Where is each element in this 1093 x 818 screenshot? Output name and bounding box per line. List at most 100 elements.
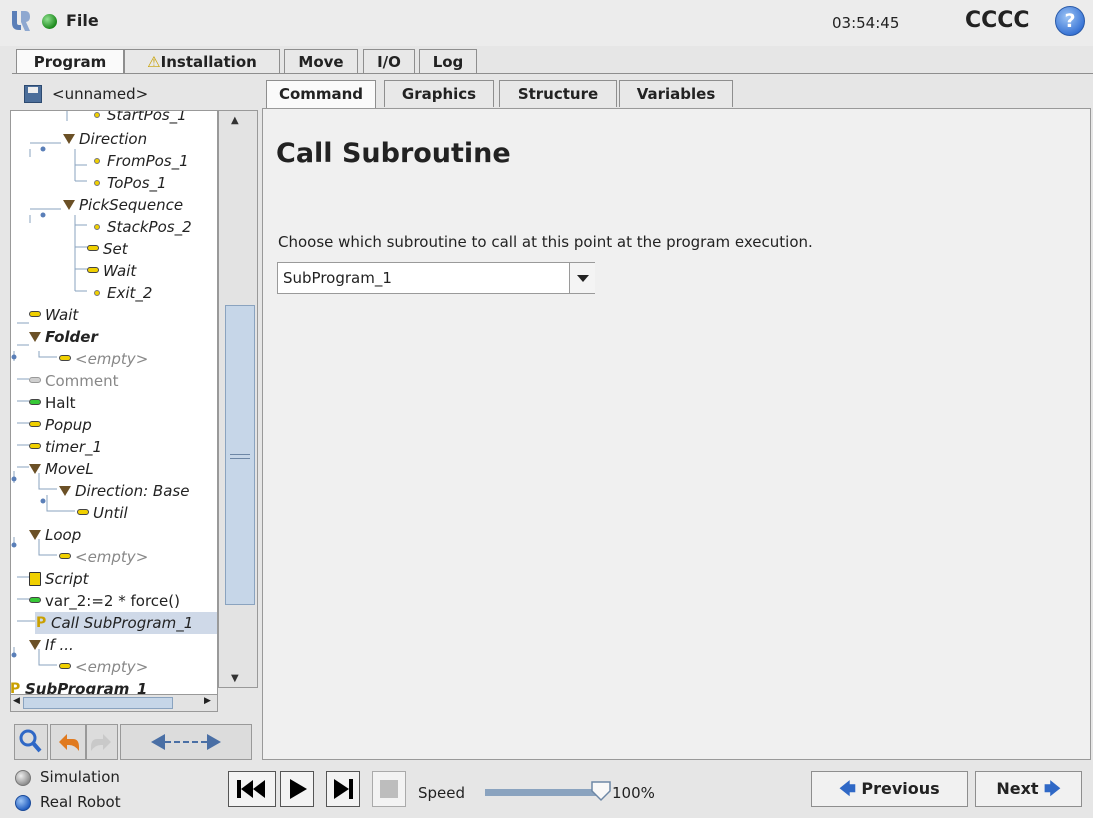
command-icon: [87, 245, 99, 251]
node-label: var_2:=2 * force(): [45, 592, 180, 610]
tree-node-direction-base[interactable]: Direction: Base: [59, 480, 189, 502]
node-label: Halt: [45, 394, 76, 412]
tree-node-if[interactable]: If ...: [29, 634, 74, 656]
scroll-right-icon[interactable]: ▶: [204, 696, 211, 706]
tree-node-empty[interactable]: <empty>: [59, 546, 148, 568]
node-label: <empty>: [75, 658, 149, 676]
move-node-button[interactable]: [120, 724, 252, 760]
scroll-thumb[interactable]: [23, 697, 173, 709]
node-label: Call SubProgram_1: [51, 614, 194, 632]
program-tree-panel: <unnamed> StartPos_1 Direction FromPos_1…: [10, 80, 258, 760]
skip-to-start-button[interactable]: [228, 771, 276, 807]
tree-node-assignment[interactable]: var_2:=2 * force(): [29, 590, 180, 612]
tab-move[interactable]: Move: [284, 49, 358, 73]
tree-node-popup[interactable]: Popup: [29, 414, 92, 436]
next-button[interactable]: Next 🡆: [975, 771, 1082, 807]
tab-label: Move: [298, 53, 344, 71]
node-label: FromPos_1: [107, 152, 189, 170]
tree-node-folder[interactable]: Folder: [29, 326, 98, 348]
search-icon: [19, 729, 42, 753]
tree-horizontal-scrollbar[interactable]: ◀ ▶: [10, 694, 218, 712]
step-forward-icon: [334, 779, 353, 799]
triangle-icon: [63, 200, 75, 210]
real-robot-radio[interactable]: [15, 795, 31, 811]
tree-node-movel[interactable]: MoveL: [29, 458, 94, 480]
help-icon[interactable]: ?: [1055, 6, 1085, 36]
save-icon[interactable]: [24, 85, 42, 103]
speed-slider[interactable]: [485, 789, 597, 796]
tree-node-loop[interactable]: Loop: [29, 524, 81, 546]
node-label: StackPos_2: [107, 218, 192, 236]
file-menu[interactable]: File: [66, 11, 99, 30]
step-button[interactable]: [326, 771, 360, 807]
node-label: Set: [103, 240, 128, 258]
tab-installation[interactable]: ⚠Installation: [124, 49, 280, 73]
chevron-down-icon[interactable]: [569, 263, 595, 293]
robot-name: CCCC: [965, 8, 1030, 33]
scroll-down-icon[interactable]: ▼: [231, 673, 239, 684]
triangle-icon: [29, 332, 41, 342]
tree-node-set[interactable]: Set: [87, 238, 128, 260]
node-label: <empty>: [75, 548, 149, 566]
tab-command[interactable]: Command: [266, 80, 376, 108]
tree-node-startpos[interactable]: StartPos_1: [91, 111, 187, 126]
tree-vertical-scrollbar[interactable]: ▲ ▼: [218, 110, 258, 688]
page-title: Call Subroutine: [276, 138, 511, 169]
tree-node-picksequence[interactable]: PickSequence: [63, 194, 183, 216]
program-tree[interactable]: StartPos_1 Direction FromPos_1 ToPos_1 P…: [10, 110, 218, 700]
tab-io[interactable]: I/O: [363, 49, 415, 73]
tab-graphics[interactable]: Graphics: [384, 80, 494, 107]
tree-node-empty[interactable]: <empty>: [59, 348, 148, 370]
command-icon: [77, 509, 89, 515]
stop-button[interactable]: [372, 771, 406, 807]
tab-program[interactable]: Program: [16, 49, 124, 74]
node-label: Loop: [45, 526, 82, 544]
redo-button[interactable]: [86, 724, 118, 760]
tab-variables[interactable]: Variables: [619, 80, 733, 107]
tree-node-until[interactable]: Until: [77, 502, 128, 524]
search-button[interactable]: [14, 724, 48, 760]
tab-structure[interactable]: Structure: [499, 80, 617, 107]
tree-node-empty[interactable]: <empty>: [59, 656, 148, 678]
next-label: Next: [996, 779, 1039, 798]
simulation-radio[interactable]: [15, 770, 31, 786]
tab-label: Log: [432, 53, 464, 71]
tree-node-wait[interactable]: Wait: [29, 304, 78, 326]
subroutine-select[interactable]: SubProgram_1: [277, 262, 595, 294]
grip-icon: [230, 454, 250, 459]
tree-node-frompos[interactable]: FromPos_1: [91, 150, 189, 172]
scroll-left-icon[interactable]: ◀: [13, 696, 20, 706]
scroll-thumb[interactable]: [225, 305, 255, 605]
tree-node-halt[interactable]: Halt: [29, 392, 76, 414]
scroll-up-icon[interactable]: ▲: [231, 115, 239, 126]
node-label: ToPos_1: [107, 174, 167, 192]
tree-node-timer[interactable]: timer_1: [29, 436, 102, 458]
undo-button[interactable]: [50, 724, 86, 760]
tree-node-topos[interactable]: ToPos_1: [91, 172, 167, 194]
command-icon: [59, 355, 71, 361]
tree-node-script[interactable]: Script: [29, 568, 89, 590]
ur-logo-icon: [12, 11, 30, 31]
tree-node-call-subprogram[interactable]: P Call SubProgram_1: [35, 612, 217, 634]
selected-subroutine: SubProgram_1: [283, 269, 392, 287]
node-label: timer_1: [45, 438, 103, 456]
triangle-icon: [29, 530, 41, 540]
play-button[interactable]: [280, 771, 314, 807]
tab-log[interactable]: Log: [419, 49, 477, 73]
file-status-icon: [42, 14, 57, 29]
tree-node-direction[interactable]: Direction: [63, 128, 147, 150]
command-icon: [29, 421, 41, 427]
tree-node-stackpos[interactable]: StackPos_2: [91, 216, 192, 238]
node-editor-panel: Command Graphics Structure Variables: [258, 80, 1093, 760]
previous-button[interactable]: 🡄 Previous: [811, 771, 968, 807]
speed-value: 100%: [612, 784, 655, 802]
real-robot-label: Real Robot: [40, 793, 121, 811]
command-icon: [59, 663, 71, 669]
speed-slider-handle[interactable]: [590, 780, 612, 802]
tree-node-comment[interactable]: Comment: [29, 370, 119, 392]
tree-node-exit[interactable]: Exit_2: [91, 282, 152, 304]
clock: 03:54:45: [832, 14, 900, 32]
previous-label: Previous: [861, 779, 940, 798]
tree-node-wait[interactable]: Wait: [87, 260, 136, 282]
node-label: Folder: [45, 328, 98, 346]
